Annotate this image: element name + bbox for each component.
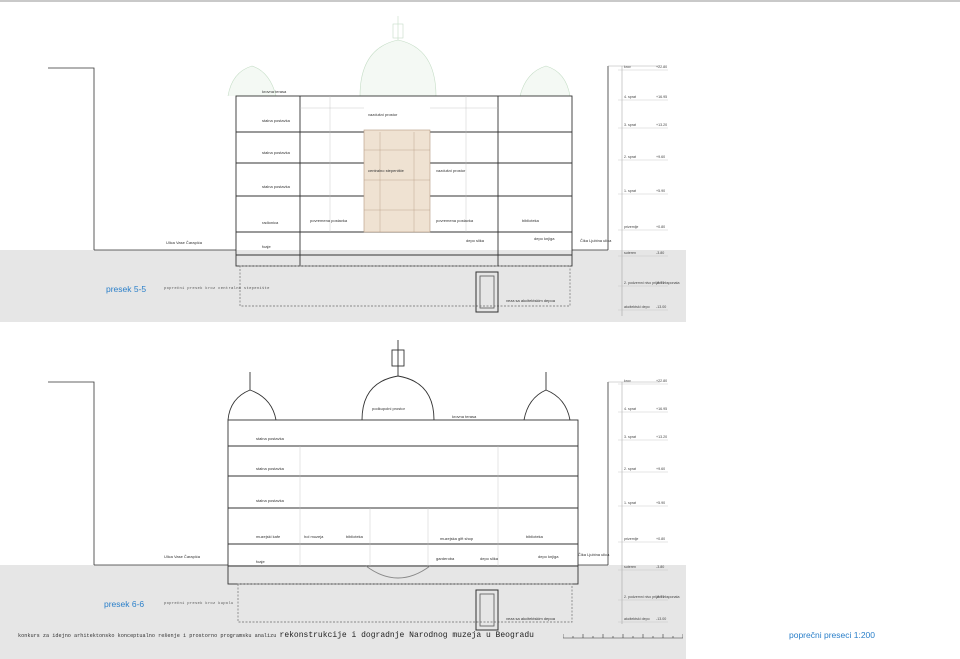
lbl-krovna-terasa-2: krovna terasa: [452, 414, 477, 419]
lbl-garderoba: garderoba: [436, 556, 455, 561]
lvl2-value-1: +16.95: [656, 407, 667, 411]
section-6-6-subtitle: poprečni presek kroz kupolu: [164, 602, 234, 606]
lbl-stalna-2b: stalna postavka: [256, 466, 285, 471]
lbl-stalna-2a: stalna postavka: [256, 436, 285, 441]
lvl2-name-0: krov: [624, 379, 631, 383]
lvl2-value-8: -13.00: [656, 617, 666, 621]
lbl-depo-knjiga-2: depo knjiga: [538, 554, 559, 559]
lbl-hol: hol muzeja: [304, 534, 324, 539]
lvl2-value-6: -3.80: [656, 565, 664, 569]
lvl2-value-5: +0.80: [656, 537, 665, 541]
lvl2-name-8: akcitektski depo: [624, 617, 650, 621]
lbl-podkupolni: podkupolni prostor: [372, 406, 406, 411]
lvl2-value-3: +9.60: [656, 467, 665, 471]
footer: konkurs za idejno arhitektonsko konceptu…: [18, 631, 534, 640]
drawing-sheet: krov +22.80 4. sprat +16.95 3. sprat +13.20 2.…: [0, 0, 960, 659]
section-6-6-title: presek 6-6: [104, 599, 145, 609]
building-section-2: [227, 340, 579, 631]
lbl-depo-slika-2: depo slika: [480, 556, 499, 561]
section-5-5-subtitle: poprečni presek kroz centralno stepeništ…: [164, 287, 270, 291]
lbl-prodavnica: muzejska gift shop: [440, 536, 474, 541]
lvl2-name-1: 4. sprat: [624, 407, 636, 411]
lvl2-value-2: +13.20: [656, 435, 667, 439]
lvl2-name-4: 1. sprat: [624, 501, 636, 505]
section-5-5-title: presek 5-5: [106, 284, 147, 294]
lvl2-value-0: +22.80: [656, 379, 667, 383]
lbl-street-left-2: Ulica Vase Čarapića: [164, 554, 201, 559]
section-6-6-drawing: krov +22.80 4. sprat +16.95 3. sprat +13.20 2.…: [48, 340, 680, 631]
lvl2-name-7: 2. podzemni nivo prijem eksponata: [624, 595, 680, 599]
lbl-foaje-2: foaje: [256, 559, 265, 564]
lbl-biblioteka-top: biblioteka: [346, 534, 364, 539]
lvl2-value-7: -8.70: [656, 595, 664, 599]
scale-bar: [563, 634, 683, 639]
lvl2-name-2: 3. sprat: [624, 435, 636, 439]
lbl-street-right-2: Čika Ljubina ulica: [578, 552, 610, 557]
lvl2-name-5: prizemlje: [624, 537, 638, 541]
lbl-stalna-2c: stalna postavka: [256, 498, 285, 503]
footer-prefix: konkurs za idejno arhitektonsko konceptu…: [18, 633, 277, 639]
lvl2-value-4: +5.90: [656, 501, 665, 505]
lbl-veza-2: veza sa akcitektskim depoa: [506, 616, 556, 621]
lbl-biblioteka-2: biblioteka: [526, 534, 544, 539]
lvl2-name-6: suteren: [624, 565, 636, 569]
footer-main: rekonstrukcije i dogradnje Narodnog muze…: [279, 631, 534, 640]
left-neighbour-2: [48, 381, 95, 565]
lvl2-name-3: 2. sprat: [624, 467, 636, 471]
sheet-title: poprečni preseci 1:200: [789, 630, 876, 640]
lbl-muzejski-kafe: muzejski kafe: [256, 534, 281, 539]
